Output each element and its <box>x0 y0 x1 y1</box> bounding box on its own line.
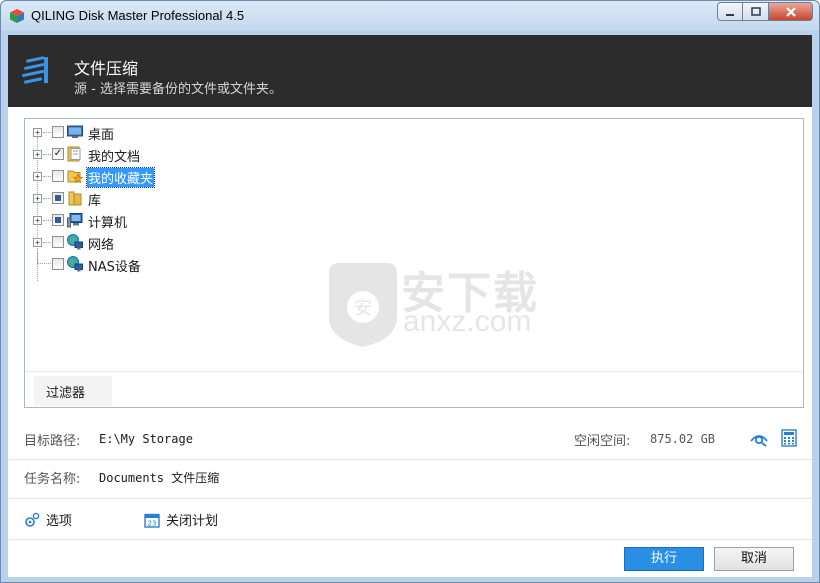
maximize-icon <box>750 6 761 16</box>
gear-icon <box>25 512 40 527</box>
browse-folder-icon[interactable] <box>750 429 768 447</box>
svg-text:安: 安 <box>354 298 372 319</box>
expand-icon[interactable]: + <box>33 238 42 247</box>
free-space-label: 空闲空间: <box>574 434 631 449</box>
tree-item-label: 网络 <box>88 238 115 253</box>
app-logo-icon <box>10 9 24 23</box>
desktop-icon <box>67 125 83 138</box>
tree-item-label: 计算机 <box>88 216 128 231</box>
target-path-value: E:\My Storage <box>99 432 193 446</box>
expand-icon[interactable]: + <box>33 128 42 137</box>
documents-folder-icon <box>67 146 81 162</box>
checkbox-my-documents[interactable]: ✓ <box>52 148 64 160</box>
tree-item-label: 我的文档 <box>88 150 141 165</box>
source-tree-panel[interactable]: + 桌面 + ✓ 我的文档 + 我的收藏夹 + 库 + 计算机 + 网络 NAS… <box>24 118 804 408</box>
window-title: QILING Disk Master Professional 4.5 <box>31 8 245 23</box>
title-bar[interactable]: QILING Disk Master Professional 4.5 <box>1 1 819 31</box>
free-space-value: 875.02 GB <box>650 432 716 446</box>
checkbox-favorites[interactable] <box>52 170 64 182</box>
minimize-button[interactable] <box>717 2 743 21</box>
expand-icon[interactable]: + <box>33 172 42 181</box>
target-path-label: 目标路径: <box>24 434 81 449</box>
tree-item-label: NAS设备 <box>88 260 141 275</box>
favorites-folder-icon <box>67 170 83 184</box>
minimize-icon <box>726 13 734 16</box>
close-button[interactable] <box>769 2 813 21</box>
checkbox-nas-device[interactable] <box>52 258 64 270</box>
expand-icon[interactable]: + <box>33 194 42 203</box>
cancel-button[interactable]: 取消 <box>714 547 794 571</box>
task-name-value[interactable]: Documents 文件压缩 <box>99 469 219 486</box>
options-link[interactable]: 选项 <box>24 510 72 529</box>
tree-item-label: 库 <box>88 194 102 209</box>
run-button[interactable]: 执行 <box>624 547 704 571</box>
nas-device-icon <box>67 256 83 272</box>
filter-tab[interactable]: 过滤器 <box>34 376 112 406</box>
library-folder-icon <box>68 191 82 206</box>
main-content: + 桌面 + ✓ 我的文档 + 我的收藏夹 + 库 + 计算机 + 网络 NAS… <box>8 107 812 577</box>
calculator-icon[interactable] <box>780 429 798 447</box>
filter-strip: 过滤器 <box>26 371 802 407</box>
tree-item-label: 我的收藏夹 <box>85 167 156 188</box>
schedule-link[interactable]: 23 关闭计划 <box>144 510 218 529</box>
svg-text:23: 23 <box>148 519 157 527</box>
app-window: QILING Disk Master Professional 4.5 文件压缩… <box>0 0 820 583</box>
calendar-icon: 23 <box>144 513 160 528</box>
computer-icon <box>67 213 83 228</box>
maximize-button[interactable] <box>743 2 769 21</box>
tree-item-label: 桌面 <box>88 128 115 143</box>
task-name-label: 任务名称: <box>24 472 81 487</box>
page-title: 文件压缩 <box>74 59 139 78</box>
schedule-label: 关闭计划 <box>166 514 219 529</box>
close-icon <box>785 6 796 17</box>
network-icon <box>67 234 83 250</box>
watermark-domain: anxz.com <box>403 305 532 338</box>
expand-icon[interactable]: + <box>33 216 42 225</box>
page-subtitle: 源 - 选择需要备份的文件或文件夹。 <box>74 82 282 97</box>
options-label: 选项 <box>46 514 73 529</box>
checkbox-computer[interactable] <box>52 214 64 226</box>
expand-icon[interactable]: + <box>33 150 42 159</box>
checkbox-desktop[interactable] <box>52 126 64 138</box>
page-header: 文件压缩 源 - 选择需要备份的文件或文件夹。 <box>8 35 812 107</box>
checkbox-network[interactable] <box>52 236 64 248</box>
file-compress-icon <box>22 56 48 84</box>
checkbox-library[interactable] <box>52 192 64 204</box>
